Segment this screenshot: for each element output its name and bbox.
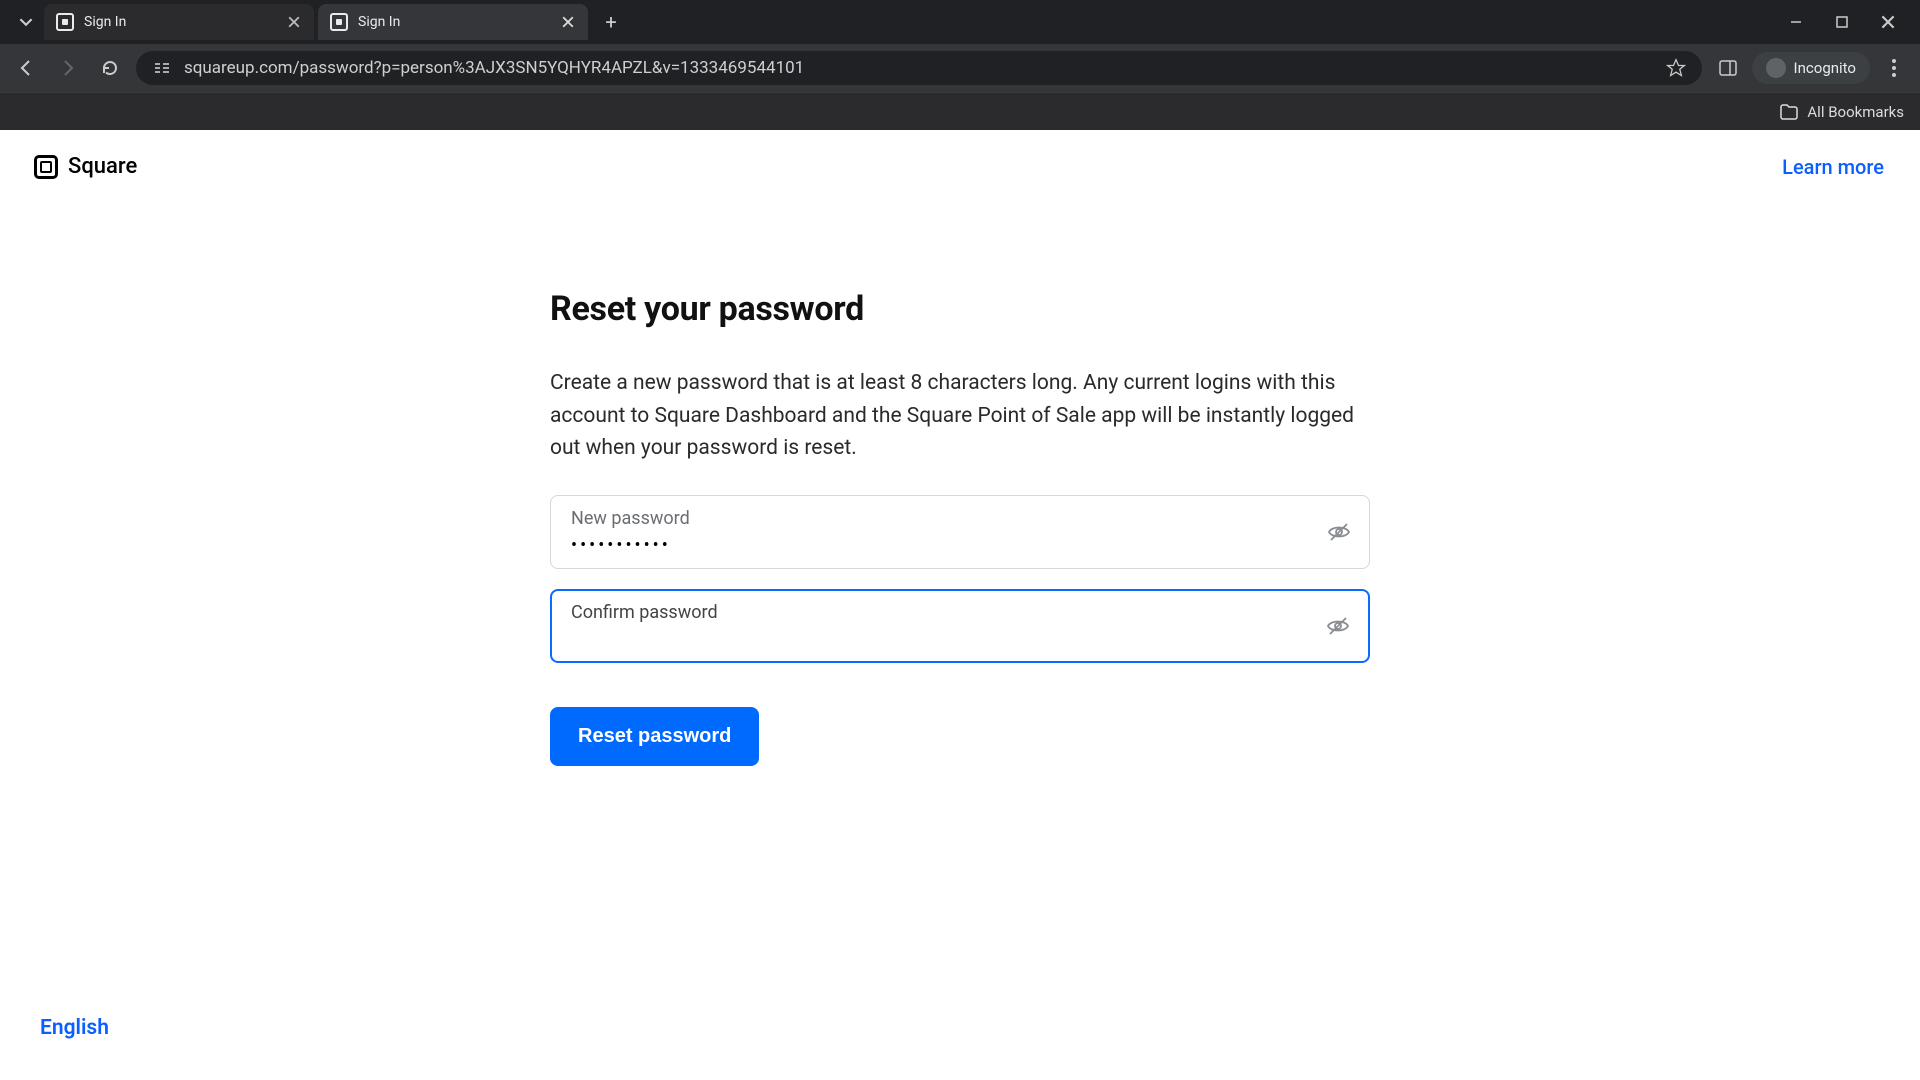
reset-password-button[interactable]: Reset password: [550, 707, 759, 766]
show-password-icon[interactable]: [1327, 520, 1351, 544]
site-info-icon[interactable]: [152, 58, 172, 78]
page-header: Square Learn more: [0, 130, 1920, 179]
forward-button[interactable]: [52, 52, 84, 84]
folder-icon: [1779, 102, 1799, 122]
minimize-button[interactable]: [1784, 10, 1808, 34]
incognito-chip[interactable]: Incognito: [1752, 52, 1870, 84]
show-password-icon[interactable]: [1326, 614, 1350, 638]
all-bookmarks-label: All Bookmarks: [1807, 103, 1904, 121]
extensions-area: Incognito: [1712, 52, 1910, 84]
learn-more-link[interactable]: Learn more: [1782, 155, 1884, 179]
all-bookmarks-button[interactable]: All Bookmarks: [1779, 102, 1904, 122]
reload-button[interactable]: [94, 52, 126, 84]
new-password-input[interactable]: [571, 535, 1313, 556]
tab-search-dropdown[interactable]: [8, 4, 44, 40]
reset-password-form: Reset your password Create a new passwor…: [550, 289, 1370, 766]
chrome-menu-button[interactable]: [1878, 52, 1910, 84]
square-logo-icon: [34, 155, 58, 179]
page-description: Create a new password that is at least 8…: [550, 367, 1370, 465]
browser-chrome: Sign In Sign In +: [0, 0, 1920, 130]
incognito-label: Incognito: [1794, 59, 1856, 77]
bookmark-star-icon[interactable]: [1666, 58, 1686, 78]
address-bar-row: squareup.com/password?p=person%3AJX3SN5Y…: [0, 44, 1920, 92]
confirm-password-input[interactable]: [571, 629, 1313, 650]
new-password-field[interactable]: New password: [550, 495, 1370, 569]
address-bar[interactable]: squareup.com/password?p=person%3AJX3SN5Y…: [136, 51, 1702, 85]
tab-0[interactable]: Sign In: [44, 4, 314, 40]
square-favicon-icon: [56, 13, 74, 31]
tab-strip: Sign In Sign In +: [0, 0, 1920, 44]
side-panel-icon[interactable]: [1712, 52, 1744, 84]
close-window-button[interactable]: [1876, 10, 1900, 34]
tab-title: Sign In: [84, 14, 276, 30]
url-text: squareup.com/password?p=person%3AJX3SN5Y…: [184, 58, 1654, 78]
close-icon[interactable]: [560, 14, 576, 30]
page-title: Reset your password: [550, 289, 1370, 329]
language-picker[interactable]: English: [40, 1016, 109, 1040]
incognito-icon: [1766, 58, 1786, 78]
confirm-password-label: Confirm password: [571, 602, 1313, 623]
new-tab-button[interactable]: +: [596, 7, 626, 37]
tab-1[interactable]: Sign In: [318, 4, 588, 40]
square-favicon-icon: [330, 13, 348, 31]
window-controls: [1784, 10, 1920, 34]
page-content: Square Learn more Reset your password Cr…: [0, 130, 1920, 1080]
brand-name: Square: [68, 154, 137, 179]
confirm-password-field[interactable]: Confirm password: [550, 589, 1370, 663]
maximize-button[interactable]: [1830, 10, 1854, 34]
close-icon[interactable]: [286, 14, 302, 30]
tab-title: Sign In: [358, 14, 550, 30]
new-password-label: New password: [571, 508, 1313, 529]
back-button[interactable]: [10, 52, 42, 84]
bookmarks-bar: All Bookmarks: [0, 92, 1920, 130]
brand[interactable]: Square: [34, 154, 137, 179]
